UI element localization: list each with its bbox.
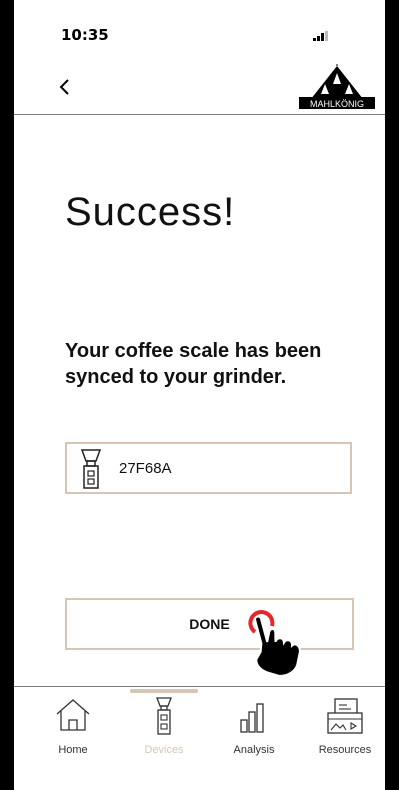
header-divider	[14, 114, 385, 115]
tab-home[interactable]: Home	[33, 696, 113, 760]
status-time: 10:35	[61, 26, 109, 44]
crown-logo-icon: MAHLKÖNIG	[299, 64, 375, 109]
active-tab-indicator	[130, 689, 198, 693]
sync-message: Your coffee scale has been synced to you…	[65, 340, 322, 388]
done-button[interactable]: DONE	[65, 598, 354, 650]
home-icon	[56, 699, 90, 731]
tabbar-divider	[14, 686, 385, 687]
grinder-tab-icon	[156, 697, 172, 735]
done-button-label: DONE	[189, 616, 230, 632]
back-button[interactable]	[54, 70, 84, 104]
signal-icon	[313, 31, 329, 41]
chevron-left-icon	[59, 79, 69, 95]
bar-chart-icon	[240, 703, 264, 733]
mahlkonig-logo: MAHLKÖNIG	[297, 64, 377, 110]
device-id: 27F68A	[119, 460, 172, 477]
resources-icon	[327, 698, 363, 734]
tab-devices[interactable]: Devices	[124, 696, 204, 760]
logo-text: MAHLKÖNIG	[310, 99, 364, 109]
tab-devices-label: Devices	[144, 744, 184, 756]
tab-analysis-label: Analysis	[233, 744, 275, 756]
tab-analysis[interactable]: Analysis	[214, 696, 294, 760]
page-title: Success!	[65, 190, 236, 234]
tab-resources[interactable]: Resources	[305, 696, 385, 760]
tab-resources-label: Resources	[318, 744, 372, 756]
grinder-icon	[80, 449, 102, 489]
tab-home-label: Home	[58, 744, 88, 756]
device-card[interactable]: 27F68A	[65, 442, 352, 494]
app-screen: 10:35 MAHLKÖNIG Success! Your coffee sca…	[14, 0, 385, 790]
